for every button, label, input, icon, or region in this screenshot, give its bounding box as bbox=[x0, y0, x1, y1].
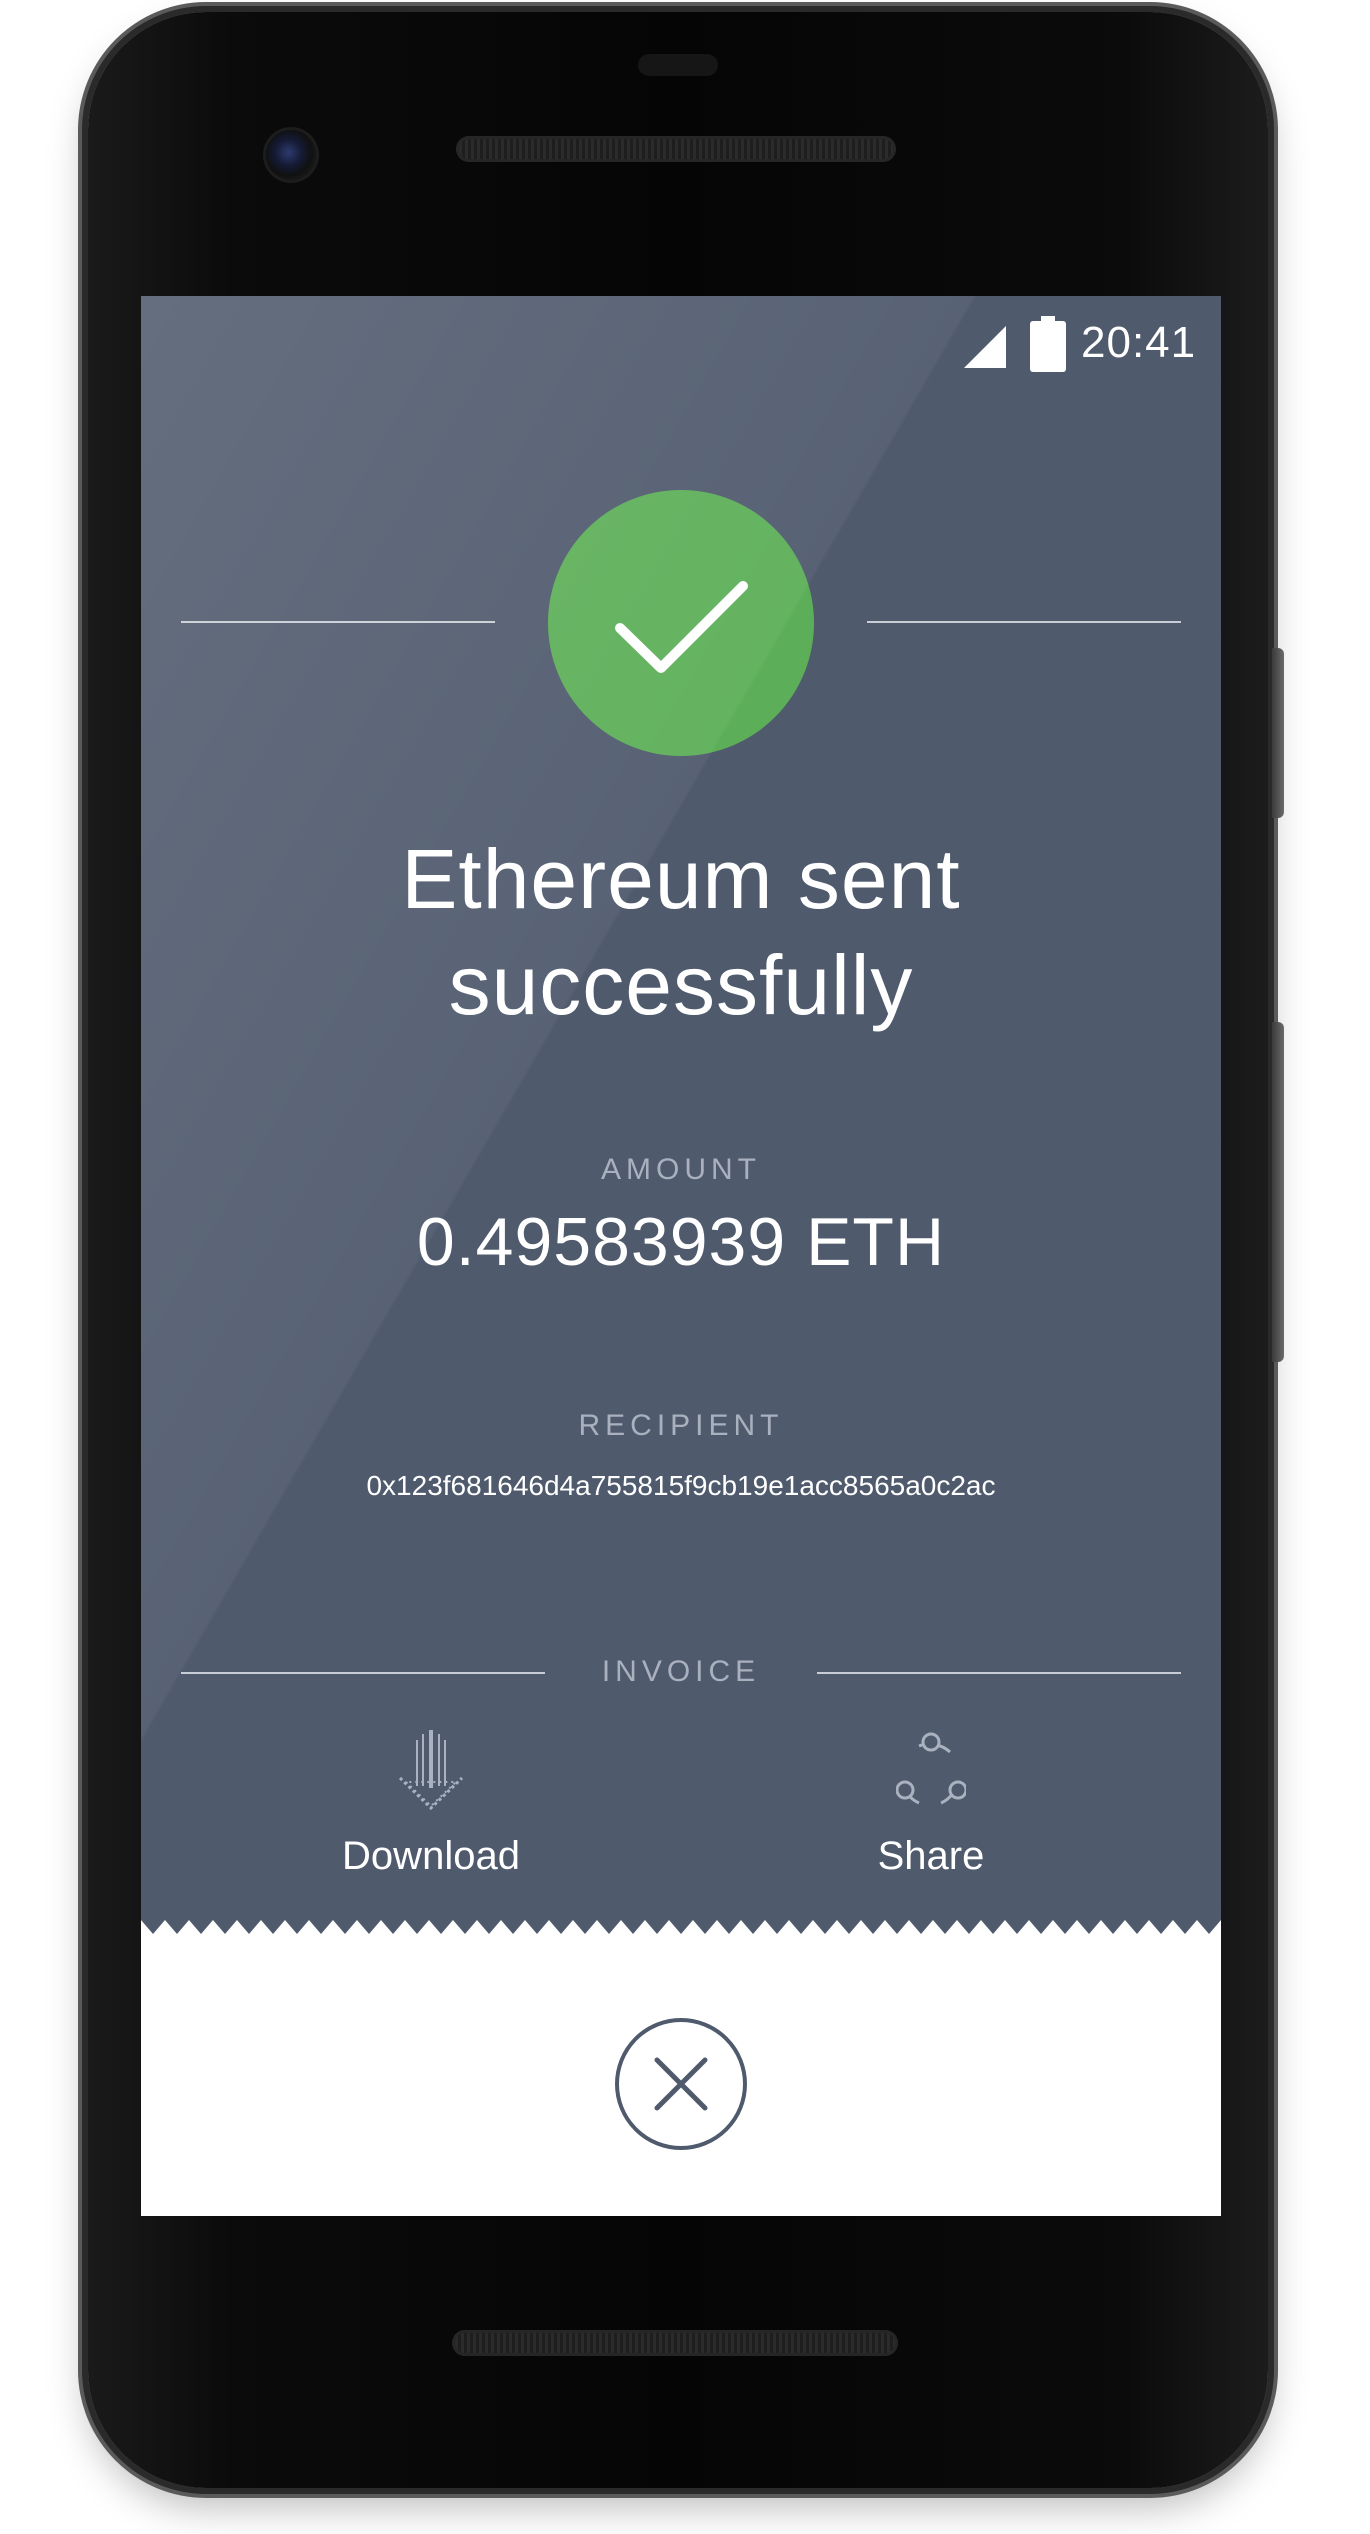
title-line-2: successfully bbox=[448, 938, 914, 1032]
divider-left bbox=[181, 621, 495, 623]
recipient-label: RECIPIENT bbox=[578, 1409, 784, 1442]
battery-icon bbox=[1030, 316, 1066, 372]
power-button bbox=[1272, 648, 1284, 818]
front-camera bbox=[266, 130, 316, 180]
phone-frame: 20:41 Ethereum sent successfully AMOUNT … bbox=[88, 12, 1284, 2488]
recipient-address: 0x123f681646d4a755815f9cb19e1acc8565a0c2… bbox=[366, 1470, 996, 1501]
close-button[interactable] bbox=[615, 2018, 747, 2150]
amount-value: 0.49583939 ETH bbox=[416, 1204, 946, 1280]
page-title: Ethereum sent successfully bbox=[241, 826, 1121, 1038]
volume-button bbox=[1272, 1022, 1284, 1362]
check-icon bbox=[615, 581, 748, 673]
earpiece-speaker bbox=[456, 136, 896, 162]
share-button[interactable]: Share bbox=[801, 1730, 1061, 1900]
amount-label: AMOUNT bbox=[601, 1153, 761, 1186]
share-label: Share bbox=[877, 1834, 985, 1878]
status-time: 20:41 bbox=[1081, 318, 1197, 367]
download-button[interactable]: Download bbox=[301, 1730, 561, 1900]
success-badge bbox=[548, 490, 814, 756]
proximity-sensor bbox=[638, 54, 718, 76]
title-line-1: Ethereum sent bbox=[401, 832, 961, 926]
download-label: Download bbox=[342, 1834, 520, 1878]
phone-screen: 20:41 Ethereum sent successfully AMOUNT … bbox=[141, 296, 1221, 2216]
status-bar: 20:41 bbox=[141, 296, 1221, 386]
cellular-signal-icon bbox=[964, 326, 1006, 368]
close-icon bbox=[654, 2057, 708, 2111]
receipt-edge bbox=[141, 1920, 1221, 1934]
share-icon bbox=[896, 1732, 966, 1805]
invoice-label: INVOICE bbox=[601, 1655, 761, 1688]
download-arrow-icon bbox=[398, 1730, 464, 1811]
bottom-speaker bbox=[452, 2330, 898, 2356]
divider-right bbox=[867, 621, 1181, 623]
